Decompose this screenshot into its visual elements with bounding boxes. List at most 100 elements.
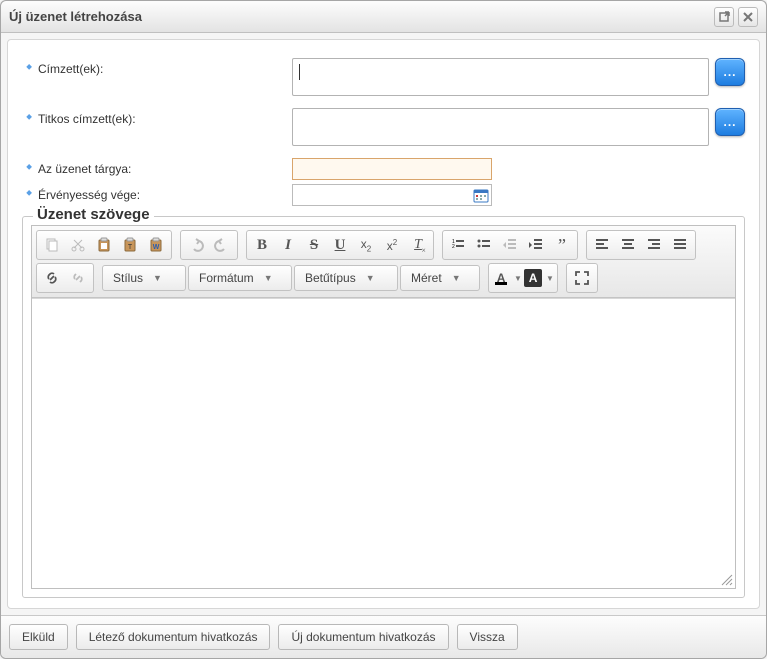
editor-content-area[interactable] [32, 298, 735, 588]
redo-button[interactable] [209, 233, 235, 257]
bold-button[interactable]: B [249, 233, 275, 257]
chevron-down-icon: ▼ [264, 273, 273, 283]
validity-date-field[interactable] [292, 184, 492, 206]
copy-icon [44, 237, 60, 253]
recipients-browse-button[interactable]: ... [715, 58, 745, 86]
paste-text-icon: T [122, 237, 138, 253]
ol-button[interactable]: 12 [445, 233, 471, 257]
svg-text:W: W [153, 244, 160, 251]
label-validity: Érvényesség vége: [22, 184, 292, 202]
resize-handle[interactable] [719, 572, 733, 586]
paste-word-button[interactable]: W [143, 233, 169, 257]
ordered-list-icon: 12 [450, 237, 466, 253]
dialog-body: Címzett(ek): ... Titkos címzett(ek): ... [7, 39, 760, 609]
strike-icon: S [310, 237, 318, 254]
strike-button[interactable]: S [301, 233, 327, 257]
window-title: Új üzenet létrehozása [9, 9, 710, 24]
align-right-button[interactable] [641, 233, 667, 257]
link-button[interactable] [39, 266, 65, 290]
undo-icon [188, 237, 204, 253]
superscript-button[interactable]: x2 [379, 233, 405, 257]
paste-word-icon: W [148, 237, 164, 253]
send-button[interactable]: Elküld [9, 624, 68, 650]
italic-button[interactable]: I [275, 233, 301, 257]
superscript-icon: x2 [387, 238, 397, 253]
svg-text:2: 2 [452, 244, 455, 250]
back-button[interactable]: Vissza [457, 624, 518, 650]
text-color-icon: A ▼ [492, 269, 522, 287]
bg-color-icon: A ▼ [524, 269, 554, 287]
row-recipients: Címzett(ek): ... [22, 58, 745, 96]
bullet-icon [22, 114, 32, 124]
popout-icon [716, 9, 732, 25]
underline-icon: U [335, 237, 346, 254]
paste-button[interactable] [91, 233, 117, 257]
remove-format-button[interactable]: T× [405, 233, 431, 257]
compose-window: Új üzenet létrehozása Címzett(ek): ... [0, 0, 767, 659]
validity-input[interactable] [297, 185, 473, 205]
align-center-button[interactable] [615, 233, 641, 257]
recipients-input[interactable] [292, 58, 709, 96]
align-left-icon [594, 237, 610, 253]
subscript-button[interactable]: x2 [353, 233, 379, 257]
maximize-icon [574, 270, 590, 286]
paste-icon [96, 237, 112, 253]
blockquote-icon: ” [558, 240, 566, 250]
blockquote-button[interactable]: ” [549, 233, 575, 257]
existing-doc-link-button[interactable]: Létező dokumentum hivatkozás [76, 624, 271, 650]
rich-text-editor: T W B I S U [31, 225, 736, 589]
italic-icon: I [285, 237, 291, 254]
bold-icon: B [257, 237, 267, 254]
chevron-down-icon: ▼ [366, 273, 375, 283]
redo-icon [214, 237, 230, 253]
link-icon [44, 270, 60, 286]
remove-format-icon: T× [414, 237, 422, 253]
underline-button[interactable]: U [327, 233, 353, 257]
svg-text:T: T [128, 244, 133, 251]
dialog-footer: Elküld Létező dokumentum hivatkozás Új d… [1, 615, 766, 658]
text-color-button[interactable]: A ▼ [491, 266, 523, 290]
align-center-icon [620, 237, 636, 253]
ul-button[interactable] [471, 233, 497, 257]
cut-icon [70, 237, 86, 253]
format-combo[interactable]: Formátum▼ [188, 265, 292, 291]
align-right-icon [646, 237, 662, 253]
outdent-button[interactable] [497, 233, 523, 257]
row-subject: Az üzenet tárgya: [22, 158, 745, 180]
row-bcc: Titkos címzett(ek): ... [22, 108, 745, 146]
cut-button[interactable] [65, 233, 91, 257]
new-doc-link-button[interactable]: Új dokumentum hivatkozás [278, 624, 448, 650]
label-subject: Az üzenet tárgya: [22, 158, 292, 176]
copy-button[interactable] [39, 233, 65, 257]
fieldset-legend: Üzenet szövege [33, 206, 154, 223]
bcc-browse-button[interactable]: ... [715, 108, 745, 136]
close-button[interactable] [738, 7, 758, 27]
unlink-icon [70, 270, 86, 286]
undo-button[interactable] [183, 233, 209, 257]
paste-text-button[interactable]: T [117, 233, 143, 257]
style-combo[interactable]: Stílus▼ [102, 265, 186, 291]
align-justify-button[interactable] [667, 233, 693, 257]
chevron-down-icon: ▼ [452, 273, 461, 283]
editor-toolbar: T W B I S U [32, 226, 735, 298]
maximize-button[interactable] [569, 266, 595, 290]
subject-input[interactable] [292, 158, 492, 180]
chevron-down-icon: ▼ [153, 273, 162, 283]
bcc-input[interactable] [292, 108, 709, 146]
unordered-list-icon [476, 237, 492, 253]
indent-icon [528, 237, 544, 253]
bg-color-button[interactable]: A ▼ [523, 266, 555, 290]
align-left-button[interactable] [589, 233, 615, 257]
bullet-icon [22, 64, 32, 74]
row-validity: Érvényesség vége: [22, 184, 745, 206]
bullet-icon [22, 190, 32, 200]
label-bcc: Titkos címzett(ek): [22, 108, 292, 126]
font-combo[interactable]: Betűtípus▼ [294, 265, 398, 291]
size-combo[interactable]: Méret▼ [400, 265, 480, 291]
titlebar: Új üzenet létrehozása [1, 1, 766, 33]
align-justify-icon [672, 237, 688, 253]
popout-button[interactable] [714, 7, 734, 27]
indent-button[interactable] [523, 233, 549, 257]
unlink-button[interactable] [65, 266, 91, 290]
calendar-icon[interactable] [473, 187, 489, 203]
